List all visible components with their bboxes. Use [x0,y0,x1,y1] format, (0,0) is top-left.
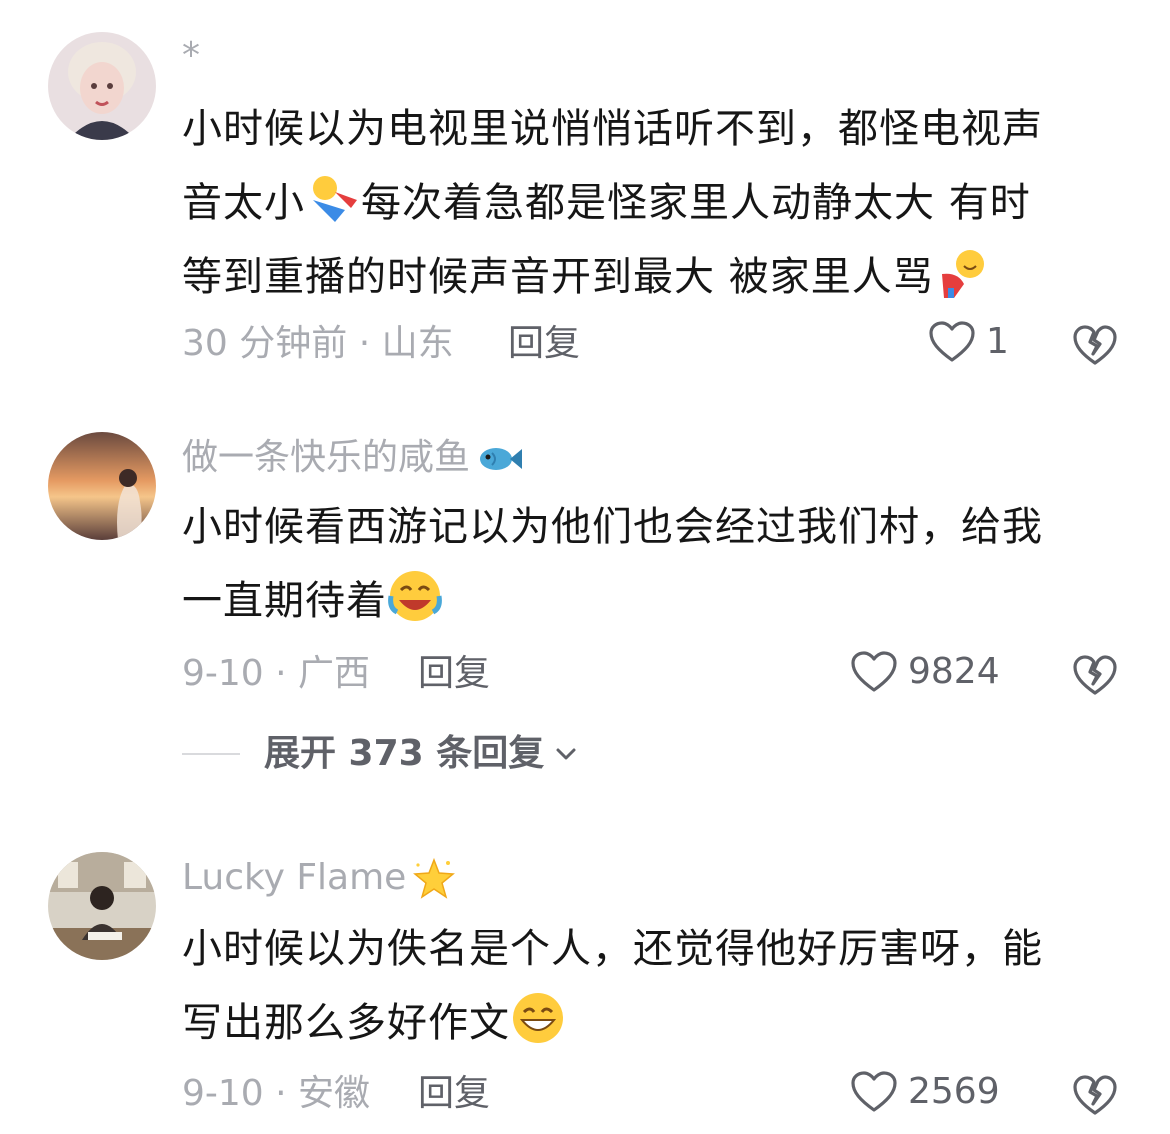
comment-text-line: 音太小 每次着急都是怪家里人动静太大 有时 [182,166,1122,240]
expand-replies-button[interactable]: 展开 373 条回复 [182,732,578,776]
broken-heart-icon[interactable] [1072,652,1118,698]
comment-text: 小时候以为佚名是个人，还觉得他好厉害呀，能 写出那么多好作文 [182,912,1122,1060]
divider [182,753,240,755]
like-button[interactable]: 1 [928,320,1009,364]
comment-username[interactable]: 做一条快乐的咸鱼 [182,436,524,480]
like-count: 9824 [908,651,1000,692]
sliding-person-emoji-icon [313,176,357,222]
heart-outline-icon [851,651,897,692]
reply-button[interactable]: 回复 [418,1072,490,1116]
star-icon [413,857,456,899]
comment-text: 小时候看西游记以为他们也会经过我们村，给我 一直期待着 [182,490,1122,638]
comment-text-segment: 等到重播的时候声音开到最大 被家里人骂 [182,254,934,300]
heart-outline-icon [851,1071,897,1112]
comment-text-segment: 一直期待着 [182,578,387,624]
comment-text-line: 写出那么多好作文 [182,986,1122,1060]
comment-text-line: 小时候看西游记以为他们也会经过我们村，给我 [182,504,1043,550]
comment-text: 小时候以为电视里说悄悄话听不到，都怪电视声 音太小 每次着急都是怪家里人动静太大 … [182,92,1122,314]
bowing-emoji-icon [941,250,984,298]
reply-button[interactable]: 回复 [418,652,490,696]
username-text: Lucky Flame [182,857,407,898]
like-count: 1 [986,321,1009,362]
comment-text-line: 小时候以为电视里说悄悄话听不到，都怪电视声 [182,106,1043,152]
comment-text-segment: 写出那么多好作文 [182,1000,510,1046]
heart-outline-icon [929,321,975,362]
avatar[interactable] [48,852,156,960]
comment-time-location: 30 分钟前 · 山东 [182,323,454,364]
avatar[interactable] [48,432,156,540]
comment-text-segment: 音太小 [182,180,305,226]
grinning-emoji-icon [513,993,563,1043]
comment-text-line: 等到重播的时候声音开到最大 被家里人骂 [182,240,1122,314]
like-button[interactable]: 2569 [850,1070,1000,1114]
broken-heart-icon[interactable] [1072,1072,1118,1118]
reply-button[interactable]: 回复 [508,322,580,366]
comment-text-segment: 每次着急都是怪家里人动静太大 有时 [361,180,1031,226]
crying-laughing-emoji-icon [388,571,442,621]
comment-text-line: 小时候以为佚名是个人，还觉得他好厉害呀，能 [182,926,1043,972]
comment-text-line: 一直期待着 [182,564,1122,638]
broken-heart-icon[interactable] [1072,322,1118,368]
comment-username[interactable]: Lucky Flame [182,856,456,901]
comment-time-location: 9-10 · 广西 [182,653,371,694]
comment-time-location: 9-10 · 安徽 [182,1073,371,1114]
like-count: 2569 [908,1071,1000,1112]
avatar[interactable] [48,32,156,140]
fish-icon [480,448,523,470]
username-text: 做一条快乐的咸鱼 [182,437,471,478]
like-button[interactable]: 9824 [850,650,1000,694]
comment-username[interactable]: * [182,34,200,78]
chevron-down-icon [556,748,576,760]
expand-replies-label: 展开 373 条回复 [264,733,545,774]
